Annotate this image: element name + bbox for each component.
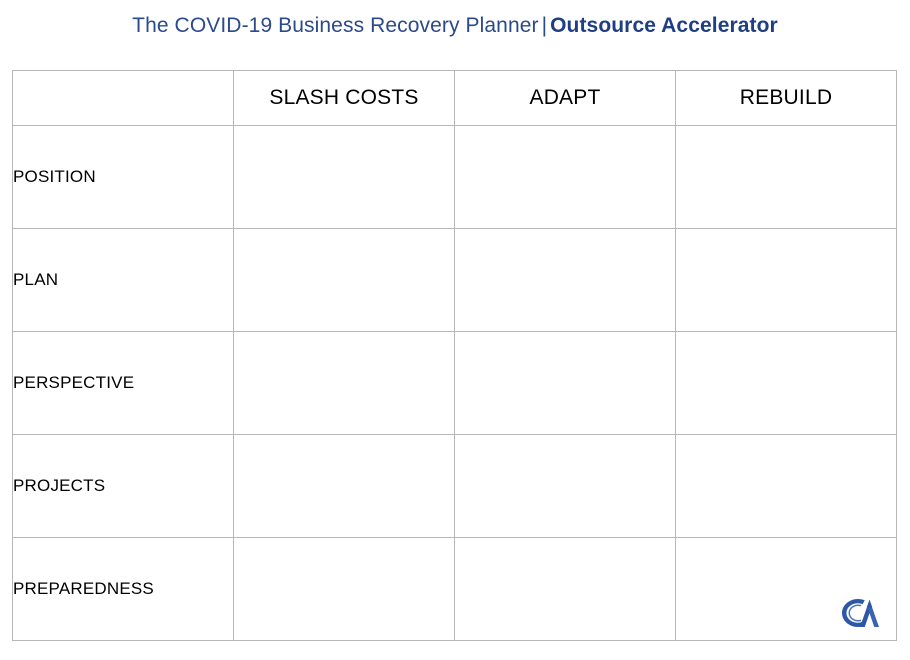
row-header-plan: PLAN [12,228,234,332]
cell-plan-rebuild[interactable] [675,228,897,332]
cell-position-slash-costs[interactable] [233,125,455,229]
row-header-projects: PROJECTS [12,434,234,538]
cell-projects-rebuild[interactable] [675,434,897,538]
row-header-perspective: PERSPECTIVE [12,331,234,435]
column-header-slash-costs: SLASH COSTS [233,70,455,126]
cell-projects-slash-costs[interactable] [233,434,455,538]
cell-perspective-adapt[interactable] [454,331,676,435]
row-header-position: POSITION [12,125,234,229]
outsource-accelerator-logo-icon [838,596,884,630]
table-row: PROJECTS [12,434,897,538]
column-header-rebuild: REBUILD [675,70,897,126]
cell-plan-adapt[interactable] [454,228,676,332]
table-header-row: SLASH COSTS ADAPT REBUILD [12,70,897,126]
page-title-primary: The COVID-19 Business Recovery Planner [132,14,539,37]
table-row: PREPAREDNESS [12,537,897,641]
column-header-adapt: ADAPT [454,70,676,126]
planner-page: The COVID-19 Business Recovery Planner | O… [0,0,910,660]
cell-perspective-slash-costs[interactable] [233,331,455,435]
page-title-brand: Outsource Accelerator [550,14,778,37]
cell-perspective-rebuild[interactable] [675,331,897,435]
table-row: POSITION [12,125,897,229]
cell-projects-adapt[interactable] [454,434,676,538]
page-title: The COVID-19 Business Recovery Planner | O… [0,14,910,38]
table-row: PLAN [12,228,897,332]
row-header-preparedness: PREPAREDNESS [12,537,234,641]
table-corner-cell [12,70,234,126]
cell-plan-slash-costs[interactable] [233,228,455,332]
cell-preparedness-rebuild[interactable] [675,537,897,641]
cell-position-rebuild[interactable] [675,125,897,229]
table-row: PERSPECTIVE [12,331,897,435]
cell-preparedness-slash-costs[interactable] [233,537,455,641]
cell-preparedness-adapt[interactable] [454,537,676,641]
recovery-planner-table: SLASH COSTS ADAPT REBUILD POSITION PLAN … [12,70,897,641]
cell-position-adapt[interactable] [454,125,676,229]
page-title-separator: | [541,14,548,37]
